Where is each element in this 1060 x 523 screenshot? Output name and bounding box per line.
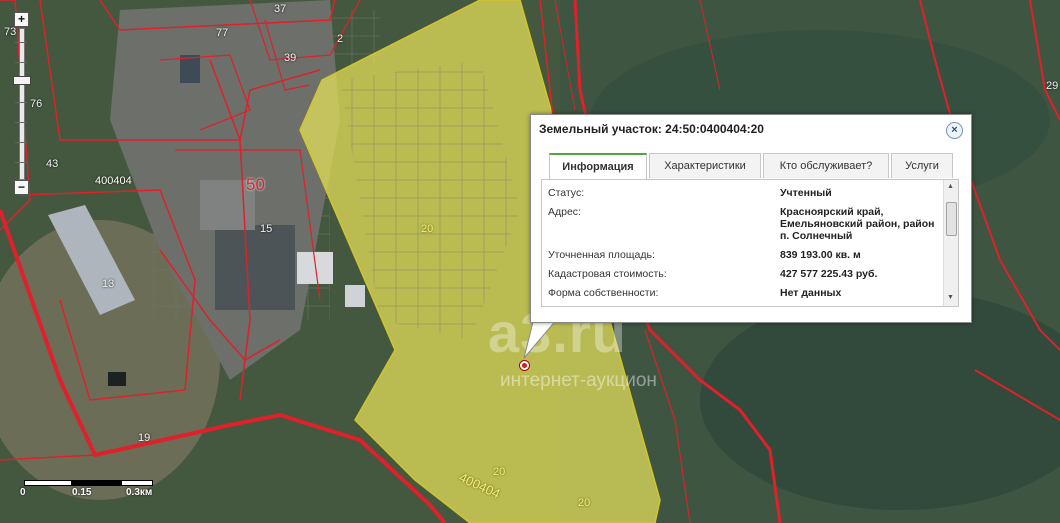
info-value: Красноярский край, Емельяновский район, … [780, 206, 935, 242]
cadastral-code-label: 400404 [95, 175, 132, 187]
info-label: Форма собственности: [548, 287, 659, 299]
scale-label: 0.15 [72, 487, 92, 498]
info-label: Кадастровая стоимость: [548, 268, 667, 280]
zoom-slider-track[interactable] [19, 28, 25, 180]
building [297, 252, 333, 284]
parcel-info-popup: Земельный участок: 24:50:0400404:20 × Ин… [530, 114, 972, 323]
zoom-control: + − [12, 12, 31, 198]
location-pin-icon[interactable] [519, 360, 530, 371]
parcel-number-label: 20 [493, 466, 506, 478]
info-scrollbar[interactable]: ▲ ▼ [943, 180, 958, 306]
watermark-tagline: интернет-аукцион [500, 370, 657, 391]
tab-services[interactable]: Услуги [891, 153, 953, 178]
cadastral-quarter-label: 50 [246, 175, 265, 194]
tab-who-serves[interactable]: Кто обслуживает? [763, 153, 889, 178]
info-label: Статус: [548, 187, 585, 199]
tab-information[interactable]: Информация [549, 153, 647, 179]
parcel-number-label: 20 [578, 497, 591, 509]
parcel-number-label: 20 [421, 223, 434, 235]
parcel-number-label: 39 [284, 52, 297, 64]
scale-label: 0 [20, 487, 26, 498]
info-value: Нет данных [780, 287, 842, 299]
zoom-out-button[interactable]: − [14, 180, 29, 195]
parcel-number-label: 13 [102, 278, 115, 290]
tab-characteristics[interactable]: Характеристики [649, 153, 761, 178]
parcel-number-label: 43 [46, 158, 59, 170]
parcel-number-label: 76 [30, 98, 43, 110]
info-value: 427 577 225.43 руб. [780, 268, 878, 280]
scrollbar-thumb[interactable] [946, 202, 957, 236]
info-value: 839 193.00 кв. м [780, 249, 861, 261]
info-value: Учтенный [780, 187, 832, 199]
scale-label: 0.3км [126, 487, 153, 498]
parcel-number-label: 77 [216, 27, 229, 39]
parcel-number-label: 15 [260, 223, 273, 235]
zoom-in-button[interactable]: + [14, 12, 29, 27]
parcel-number-label: 37 [274, 3, 287, 15]
building [215, 225, 295, 310]
parcel-number-label: 29 [1046, 80, 1059, 92]
info-label: Уточненная площадь: [548, 249, 655, 261]
close-icon[interactable]: × [946, 122, 963, 139]
info-panel: Статус: Учтенный Адрес: Красноярский кра… [541, 179, 959, 307]
scroll-down-icon[interactable]: ▼ [947, 294, 954, 301]
info-label: Адрес: [548, 206, 581, 218]
popup-pointer [523, 318, 559, 359]
parcel-number-label: 2 [337, 33, 344, 45]
building [180, 55, 200, 83]
building [345, 285, 365, 307]
parcel-number-label: 19 [138, 432, 151, 444]
zoom-slider-handle[interactable] [13, 76, 31, 85]
map-view[interactable]: 73 76 43 77 37 39 2 50 15 13 20 20 20 19… [0, 0, 1060, 523]
popup-title: Земельный участок: 24:50:0400404:20 [539, 122, 764, 136]
scroll-up-icon[interactable]: ▲ [947, 183, 954, 190]
scale-bar: 0 0.15 0.3км [20, 478, 170, 502]
